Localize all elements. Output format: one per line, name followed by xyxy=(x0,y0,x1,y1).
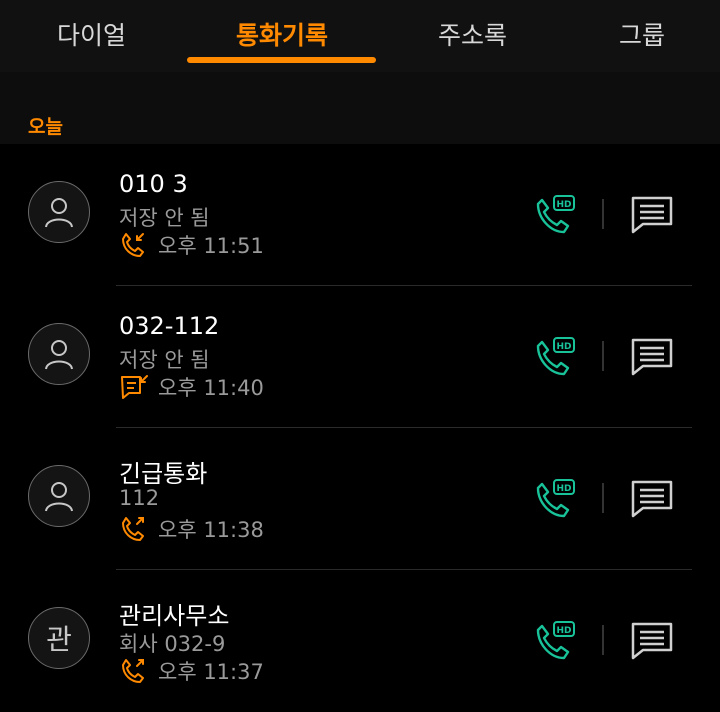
svg-text:HD: HD xyxy=(556,342,571,352)
avatar[interactable] xyxy=(28,465,90,527)
message-reply-icon xyxy=(121,375,148,399)
svg-text:HD: HD xyxy=(556,484,571,494)
hd-call-icon[interactable]: HD xyxy=(534,336,576,378)
avatar[interactable]: 관 xyxy=(28,607,90,669)
outgoing-call-icon xyxy=(122,659,144,683)
incoming-call-icon xyxy=(122,233,144,257)
call-time: 오후 11:38 xyxy=(158,518,264,542)
message-icon[interactable] xyxy=(629,194,675,236)
contact-name: 관리사무소 xyxy=(119,602,230,630)
person-icon xyxy=(45,340,73,370)
contact-subtitle: 저장 안 됨 xyxy=(119,206,210,230)
message-icon[interactable] xyxy=(629,478,675,520)
person-icon xyxy=(45,198,73,228)
contact-subtitle: 112 xyxy=(119,486,160,510)
contact-name: 긴급통화 xyxy=(119,460,208,488)
call-log-row[interactable]: 긴급통화 112 오후 11:38 HD xyxy=(0,428,720,570)
redaction-mark xyxy=(230,622,322,652)
call-log-row[interactable]: 관 관리사무소 회사 032-9 오후 11:37 HD xyxy=(0,570,720,712)
hd-call-icon[interactable]: HD xyxy=(534,478,576,520)
redaction-mark xyxy=(212,190,282,210)
message-icon[interactable] xyxy=(629,336,675,378)
separator xyxy=(602,199,604,229)
tab-dial[interactable]: 다이얼 xyxy=(57,16,126,52)
contact-subtitle: 회사 032-9 xyxy=(119,632,226,656)
outgoing-call-icon xyxy=(122,517,144,541)
contact-name: 032-112 xyxy=(119,312,220,340)
contact-subtitle: 저장 안 됨 xyxy=(119,348,210,372)
separator xyxy=(602,483,604,513)
avatar[interactable] xyxy=(28,323,90,385)
hd-call-icon[interactable]: HD xyxy=(534,620,576,662)
separator xyxy=(602,625,604,655)
svg-text:HD: HD xyxy=(556,200,571,210)
call-time: 오후 11:40 xyxy=(158,376,264,400)
call-log-row[interactable]: 032-112 저장 안 됨 오후 11:40 HD xyxy=(0,286,720,428)
section-header: 오늘 xyxy=(0,72,720,144)
svg-text:HD: HD xyxy=(556,626,571,636)
hd-call-icon[interactable]: HD xyxy=(534,194,576,236)
section-label-today: 오늘 xyxy=(28,116,63,138)
call-time: 오후 11:37 xyxy=(158,660,264,684)
tab-contacts[interactable]: 주소록 xyxy=(438,16,507,52)
avatar[interactable] xyxy=(28,181,90,243)
contact-name: 010 3 xyxy=(119,170,188,198)
tab-groups[interactable]: 그룹 xyxy=(619,16,665,52)
message-icon[interactable] xyxy=(629,620,675,662)
separator xyxy=(602,341,604,371)
active-tab-indicator xyxy=(187,57,376,63)
call-time: 오후 11:51 xyxy=(158,234,264,258)
tab-bar: 다이얼 통화기록 주소록 그룹 xyxy=(0,0,720,72)
person-icon xyxy=(45,482,73,512)
call-log-row[interactable]: 010 3 저장 안 됨 오후 11:51 HD xyxy=(0,144,720,286)
tab-call-log[interactable]: 통화기록 xyxy=(236,16,328,52)
